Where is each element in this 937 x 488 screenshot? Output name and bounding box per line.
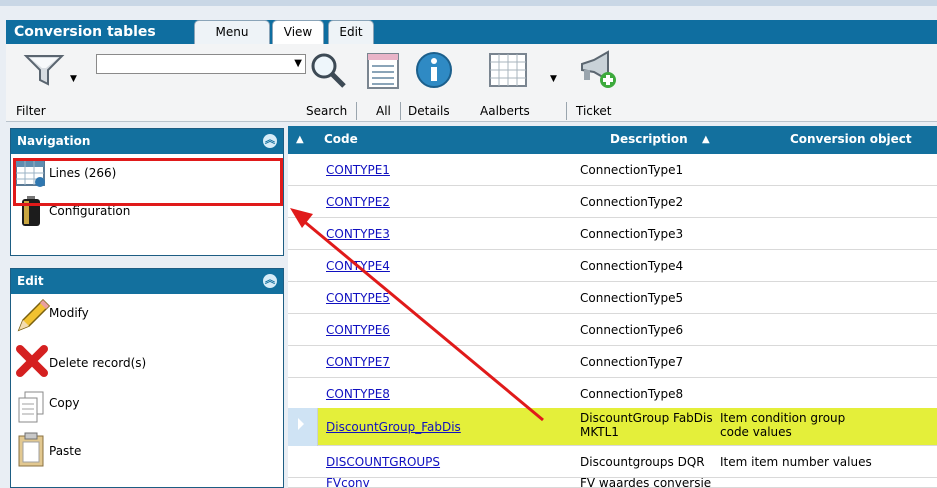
row-description: FV waardes conversie: [580, 478, 712, 488]
edit-item-delete-label: Delete record(s): [49, 356, 147, 370]
edit-item-paste-label: Paste: [49, 444, 82, 458]
search-button[interactable]: Search: [306, 104, 347, 118]
row-description: ConnectionType6: [580, 323, 684, 337]
nav-item-configuration-label: Configuration: [49, 204, 131, 218]
grid-view-icon[interactable]: [488, 52, 528, 90]
table-row[interactable]: FVconv FV waardes conversie: [288, 478, 937, 488]
row-code-link[interactable]: DiscountGroup_FabDis: [326, 420, 461, 434]
table-row[interactable]: CONTYPE5 ConnectionType5: [288, 282, 937, 314]
row-code-link[interactable]: DISCOUNTGROUPS: [326, 455, 440, 469]
ribbon-separator: [400, 102, 401, 120]
window-frame: [0, 0, 937, 6]
row-description-line1: DiscountGroup FabDis: [580, 411, 713, 425]
edit-panel-header: Edit ︽: [11, 269, 283, 294]
search-icon[interactable]: [308, 50, 348, 90]
row-description: Discountgroups DQR: [580, 455, 705, 469]
delete-x-icon: [15, 344, 48, 377]
row-description: ConnectionType3: [580, 227, 684, 241]
copy-icon: [15, 390, 47, 423]
paste-icon: [15, 432, 47, 467]
table-row[interactable]: CONTYPE3 ConnectionType3: [288, 218, 937, 250]
table-row[interactable]: DISCOUNTGROUPS Discountgroups DQR Item i…: [288, 446, 937, 478]
chevron-down-icon[interactable]: ▼: [294, 58, 302, 69]
navigation-panel-header: Navigation ︽: [11, 129, 283, 154]
row-code-link[interactable]: CONTYPE6: [326, 323, 390, 337]
ribbon-separator: [356, 102, 357, 120]
column-conversion-object[interactable]: Conversion object: [790, 132, 912, 146]
row-description: ConnectionType7: [580, 355, 684, 369]
table-row-selected[interactable]: DiscountGroup_FabDis DiscountGroup FabDi…: [288, 408, 937, 446]
filter-funnel-icon[interactable]: [22, 52, 66, 88]
edit-item-delete[interactable]: Delete record(s): [11, 338, 283, 386]
row-description-line2: MKTL1: [580, 425, 619, 439]
filter-dropdown-icon[interactable]: ▼: [70, 74, 77, 84]
row-description: ConnectionType2: [580, 195, 684, 209]
edit-title: Edit: [17, 274, 44, 288]
collapse-icon[interactable]: ︽: [263, 134, 277, 148]
row-pointer-icon: [298, 418, 304, 430]
row-code-link[interactable]: CONTYPE8: [326, 387, 390, 401]
ribbon-separator: [566, 102, 567, 120]
row-conversion-object: Item item number values: [720, 455, 872, 469]
row-code-link[interactable]: FVconv: [326, 478, 370, 487]
edit-item-copy[interactable]: Copy: [11, 386, 283, 430]
edit-item-copy-label: Copy: [49, 396, 80, 410]
edit-item-modify[interactable]: Modify: [11, 294, 283, 338]
row-code-link[interactable]: CONTYPE3: [326, 227, 390, 241]
collapse-icon[interactable]: ︽: [263, 274, 277, 288]
annotation-highlight-box: [13, 158, 283, 206]
table-row[interactable]: CONTYPE4 ConnectionType4: [288, 250, 937, 282]
table-row[interactable]: CONTYPE1 ConnectionType1: [288, 154, 937, 186]
megaphone-add-icon[interactable]: [576, 50, 620, 90]
row-conversion-object-line1: Item condition group: [720, 411, 846, 425]
edit-panel: Edit ︽ Modify Delete record(s) Copy Past…: [10, 268, 284, 488]
row-code-link[interactable]: CONTYPE1: [326, 163, 390, 177]
row-description: ConnectionType1: [580, 163, 684, 177]
title-bar: Conversion tables Menu View Edit: [6, 20, 937, 44]
ticket-button[interactable]: Ticket: [576, 104, 612, 118]
sort-asc-icon[interactable]: ▲: [702, 134, 710, 145]
row-code-link[interactable]: CONTYPE2: [326, 195, 390, 209]
table-row[interactable]: CONTYPE7 ConnectionType7: [288, 346, 937, 378]
row-conversion-object: Item condition group code values: [720, 411, 845, 439]
row-selector[interactable]: [288, 408, 318, 446]
info-icon[interactable]: [414, 50, 454, 90]
sort-asc-icon[interactable]: ▲: [296, 134, 304, 145]
ribbon-toolbar: ▼ ▼ Filter Search All Details ▼ Aalberts…: [6, 44, 937, 122]
row-code-link[interactable]: CONTYPE7: [326, 355, 390, 369]
edit-item-paste[interactable]: Paste: [11, 430, 283, 474]
all-button[interactable]: All: [376, 104, 391, 118]
tab-view[interactable]: View: [272, 20, 324, 44]
data-grid: ▲ Code Description ▲ Conversion object C…: [288, 126, 937, 488]
row-description: DiscountGroup FabDis MKTL1: [580, 411, 713, 439]
grid-header: ▲ Code Description ▲ Conversion object: [288, 126, 937, 154]
table-row[interactable]: CONTYPE2 ConnectionType2: [288, 186, 937, 218]
aalberts-dropdown-icon[interactable]: ▼: [550, 74, 557, 84]
row-description: ConnectionType4: [580, 259, 684, 273]
table-row[interactable]: CONTYPE6 ConnectionType6: [288, 314, 937, 346]
row-code-link[interactable]: CONTYPE4: [326, 259, 390, 273]
row-conversion-object-line2: code values: [720, 425, 792, 439]
row-code-link[interactable]: CONTYPE5: [326, 291, 390, 305]
row-description: ConnectionType8: [580, 387, 684, 401]
column-description[interactable]: Description: [610, 132, 688, 146]
details-button[interactable]: Details: [408, 104, 450, 118]
aalberts-button[interactable]: Aalberts: [480, 104, 530, 118]
filter-label: Filter: [16, 104, 46, 118]
all-list-icon[interactable]: [366, 52, 400, 90]
table-row[interactable]: CONTYPE8 ConnectionType8: [288, 378, 937, 410]
tab-edit[interactable]: Edit: [328, 20, 374, 44]
tab-menu[interactable]: Menu: [194, 20, 270, 44]
filter-select[interactable]: ▼: [96, 54, 306, 74]
app-title: Conversion tables: [14, 24, 156, 40]
column-code[interactable]: Code: [324, 132, 358, 146]
navigation-title: Navigation: [17, 134, 91, 148]
pencil-icon: [15, 298, 51, 332]
row-description: ConnectionType5: [580, 291, 684, 305]
edit-item-modify-label: Modify: [49, 306, 89, 320]
